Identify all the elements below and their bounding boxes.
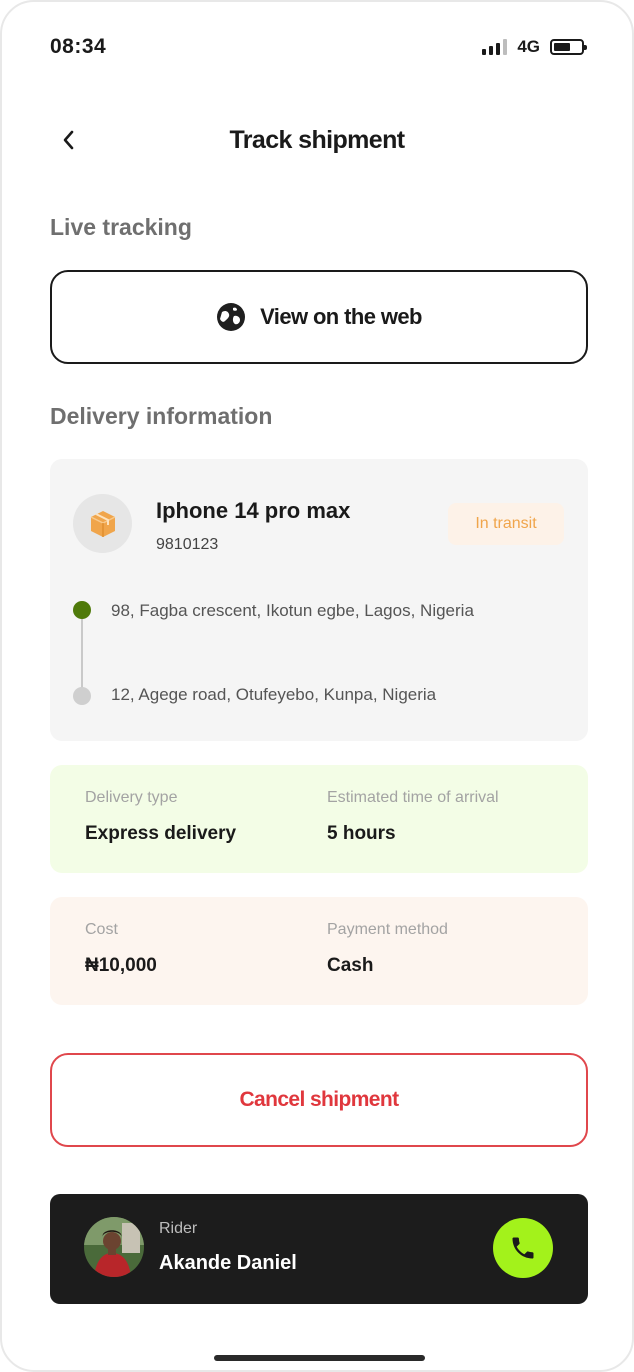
call-rider-button[interactable] [493, 1218, 553, 1278]
shipment-card: Iphone 14 pro max 9810123 In transit 98,… [50, 459, 588, 741]
network-type: 4G [517, 37, 540, 56]
home-indicator[interactable] [214, 1355, 425, 1361]
status-indicators: 4G [482, 37, 587, 57]
globe-icon [217, 303, 246, 331]
package-icon [90, 510, 115, 537]
route-line [81, 612, 83, 696]
rider-avatar [84, 1217, 144, 1277]
origin-dot [73, 601, 91, 619]
payment-method-label: Payment method [327, 921, 448, 938]
cost-value: ₦10,000 [85, 955, 157, 976]
item-code: 9810123 [156, 536, 219, 553]
phone-icon [512, 1237, 534, 1259]
phone-frame: 08:34 4G Track shipment Live tracking Vi… [0, 0, 634, 1372]
status-time: 08:34 [50, 35, 107, 58]
destination-address: 12, Agege road, Otufeyebo, Kunpa, Nigeri… [111, 685, 437, 704]
rider-name: Akande Daniel [159, 1252, 297, 1274]
eta-value: 5 hours [327, 823, 396, 844]
delivery-type-value: Express delivery [85, 823, 237, 844]
payment-panel: Cost ₦10,000 Payment method Cash [50, 897, 588, 1005]
live-tracking-label: Live tracking [50, 214, 192, 240]
payment-method: Payment method Cash [327, 921, 448, 977]
origin-address: 98, Fagba crescent, Ikotun egbe, Lagos, … [111, 601, 474, 620]
eta: Estimated time of arrival 5 hours [327, 789, 499, 845]
delivery-type-label: Delivery type [85, 789, 178, 806]
item-name: Iphone 14 pro max [156, 498, 351, 523]
delivery-type: Delivery type Express delivery [85, 789, 236, 845]
view-on-web-button[interactable]: View on the web [50, 270, 588, 364]
cost-label: Cost [85, 921, 118, 938]
delivery-information-label: Delivery information [50, 403, 273, 429]
rider-role: Rider [159, 1220, 198, 1237]
eta-label: Estimated time of arrival [327, 789, 499, 806]
destination-dot [73, 687, 91, 705]
cost: Cost ₦10,000 [85, 921, 157, 977]
page-title: Track shipment [229, 126, 406, 154]
view-on-web-label: View on the web [260, 304, 422, 329]
package-avatar [73, 494, 132, 553]
signal-icon [482, 39, 508, 55]
battery-icon [550, 39, 587, 55]
payment-method-value: Cash [327, 955, 374, 976]
cancel-shipment-button[interactable]: Cancel shipment [50, 1053, 588, 1147]
status-badge: In transit [448, 503, 564, 545]
rider-card: Rider Akande Daniel [50, 1194, 588, 1304]
delivery-details-panel: Delivery type Express delivery Estimated… [50, 765, 588, 873]
